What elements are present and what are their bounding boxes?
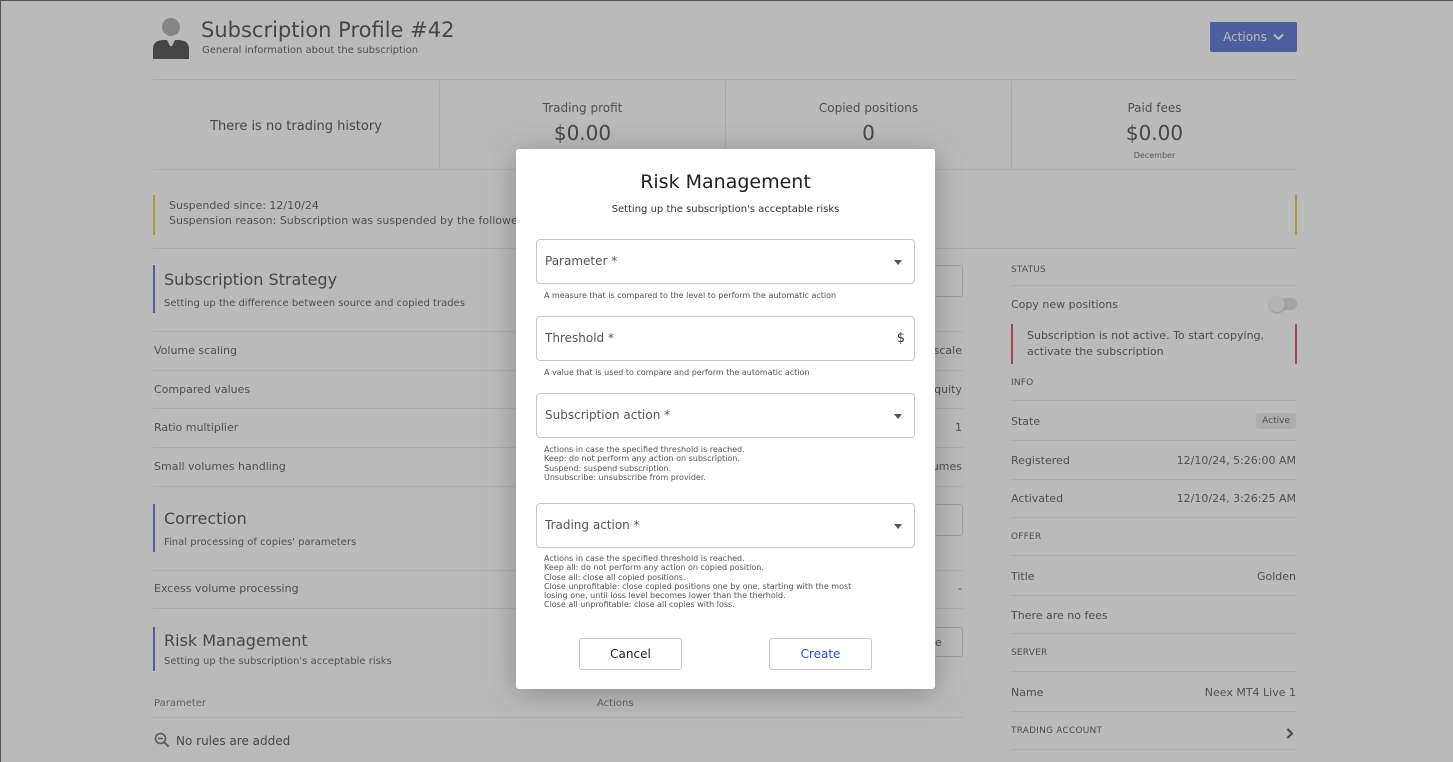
- threshold-input-label: Threshold *: [545, 331, 614, 345]
- threshold-help: A value that is used to compare and perf…: [544, 368, 810, 377]
- parameter-select-label: Parameter *: [545, 254, 618, 268]
- help-line: Keep all: do not perform any action on c…: [544, 563, 764, 573]
- dropdown-caret-icon: [894, 414, 902, 419]
- subscription-action-help: Actions in case the specified threshold …: [544, 445, 745, 482]
- parameter-help: A measure that is compared to the level …: [544, 291, 837, 300]
- help-line: Actions in case the specified threshold …: [544, 554, 745, 563]
- trading-action-select[interactable]: Trading action *: [536, 503, 915, 548]
- dropdown-caret-icon: [894, 260, 902, 265]
- cancel-button[interactable]: Cancel: [579, 638, 682, 670]
- subscription-action-label: Subscription action *: [545, 408, 671, 422]
- help-line: losing one, until loss level becomes low…: [544, 591, 786, 601]
- help-line: Suspend: suspend subscription.: [544, 463, 672, 473]
- trading-action-help: Actions in case the specified threshold …: [544, 554, 851, 610]
- threshold-input[interactable]: Threshold * $: [536, 316, 915, 361]
- create-button[interactable]: Create: [769, 638, 872, 670]
- trading-action-label: Trading action *: [545, 518, 640, 532]
- help-line: Keep: do not perform any action on subsc…: [544, 454, 740, 464]
- dialog-title: Risk Management: [640, 171, 811, 193]
- help-line: Unsubscribe: unsubscribe from provider.: [544, 472, 706, 482]
- risk-management-dialog: Risk Management Setting up the subscript…: [516, 149, 935, 689]
- help-line: Actions in case the specified threshold …: [544, 445, 745, 454]
- help-line: Close all: close all copied positions.: [544, 572, 686, 582]
- help-line: Close all unprofitable: close all copies…: [544, 600, 735, 610]
- dialog-subtitle: Setting up the subscription's acceptable…: [611, 204, 840, 215]
- dropdown-caret-icon: [894, 524, 902, 529]
- parameter-select[interactable]: Parameter *: [536, 239, 915, 284]
- subscription-action-select[interactable]: Subscription action *: [536, 393, 915, 438]
- dollar-suffix: $: [896, 331, 905, 346]
- help-line: Close unprofitable: close copied positio…: [544, 581, 852, 591]
- subscription-profile-page: Subscription Profile #42 General informa…: [0, 0, 1453, 762]
